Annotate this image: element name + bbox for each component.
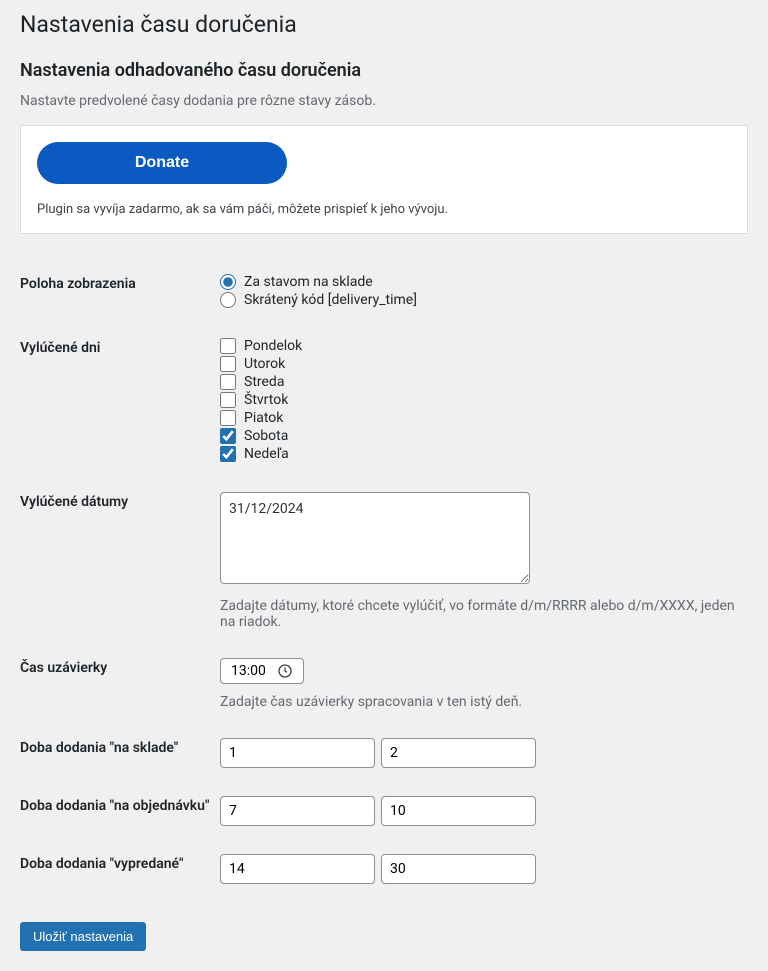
- display-position-row: Poloha zobrazenia Za stavom na sklade Sk…: [20, 274, 748, 310]
- radio-label: Skrátený kód [delivery_time]: [244, 292, 417, 308]
- excluded-dates-label: Vylúčené dátumy: [20, 492, 220, 510]
- excluded-dates-field: Zadajte dátumy, ktoré chcete vylúčiť, vo…: [220, 492, 748, 630]
- section-description: Nastavte predvolené časy dodania pre rôz…: [20, 93, 748, 109]
- checkbox-label: Streda: [244, 374, 284, 390]
- checkbox-label: Piatok: [244, 410, 283, 426]
- delivery-instock-label: Doba dodania "na sklade": [20, 738, 220, 756]
- excluded-days-field: Pondelok Utorok Streda Štvrtok Piatok So…: [220, 338, 748, 464]
- save-settings-button[interactable]: Uložiť nastavenia: [20, 922, 146, 951]
- checkbox-saturday[interactable]: Sobota: [220, 428, 748, 444]
- checkbox-friday[interactable]: Piatok: [220, 410, 748, 426]
- checkbox-thursday[interactable]: Štvrtok: [220, 392, 748, 408]
- cutoff-time-row: Čas uzávierky Zadajte čas uzávierky spra…: [20, 658, 748, 710]
- radio-label: Za stavom na sklade: [244, 274, 373, 290]
- excluded-dates-textarea[interactable]: [220, 492, 530, 584]
- delivery-outofstock-field: [220, 854, 748, 884]
- delivery-backorder-row: Doba dodania "na objednávku": [20, 796, 748, 826]
- delivery-backorder-max[interactable]: [381, 796, 536, 826]
- checkbox-monday[interactable]: Pondelok: [220, 338, 748, 354]
- cutoff-time-label: Čas uzávierky: [20, 658, 220, 676]
- checkbox-label: Utorok: [244, 356, 285, 372]
- excluded-dates-row: Vylúčené dátumy Zadajte dátumy, ktoré ch…: [20, 492, 748, 630]
- cutoff-time-field: Zadajte čas uzávierky spracovania v ten …: [220, 658, 748, 710]
- excluded-days-row: Vylúčené dni Pondelok Utorok Streda Štvr…: [20, 338, 748, 464]
- excluded-dates-help: Zadajte dátumy, ktoré chcete vylúčiť, vo…: [220, 598, 748, 630]
- delivery-outofstock-max[interactable]: [381, 854, 536, 884]
- delivery-instock-row: Doba dodania "na sklade": [20, 738, 748, 768]
- checkbox-label: Sobota: [244, 428, 288, 444]
- delivery-outofstock-row: Doba dodania "vypredané": [20, 854, 748, 884]
- delivery-instock-field: [220, 738, 748, 768]
- checkbox-label: Pondelok: [244, 338, 302, 354]
- checkbox-label: Nedeľa: [244, 446, 289, 462]
- display-position-label: Poloha zobrazenia: [20, 274, 220, 292]
- checkbox-input-wednesday[interactable]: [220, 374, 236, 390]
- delivery-outofstock-min[interactable]: [220, 854, 375, 884]
- checkbox-sunday[interactable]: Nedeľa: [220, 446, 748, 462]
- checkbox-tuesday[interactable]: Utorok: [220, 356, 748, 372]
- excluded-days-label: Vylúčené dni: [20, 338, 220, 356]
- delivery-instock-max[interactable]: [381, 738, 536, 768]
- radio-shortcode[interactable]: [220, 292, 236, 308]
- checkbox-input-monday[interactable]: [220, 338, 236, 354]
- donate-text: Plugin sa vyvíja zadarmo, ak sa vám páči…: [37, 202, 731, 217]
- delivery-backorder-field: [220, 796, 748, 826]
- settings-form: Poloha zobrazenia Za stavom na sklade Sk…: [20, 274, 748, 951]
- checkbox-label: Štvrtok: [244, 392, 288, 408]
- checkbox-input-tuesday[interactable]: [220, 356, 236, 372]
- delivery-backorder-label: Doba dodania "na objednávku": [20, 796, 220, 814]
- delivery-instock-min[interactable]: [220, 738, 375, 768]
- delivery-backorder-min[interactable]: [220, 796, 375, 826]
- checkbox-wednesday[interactable]: Streda: [220, 374, 748, 390]
- radio-after-stock[interactable]: [220, 274, 236, 290]
- donate-button[interactable]: Donate: [37, 142, 287, 184]
- delivery-outofstock-label: Doba dodania "vypredané": [20, 854, 220, 872]
- time-input-wrapper[interactable]: [220, 658, 304, 684]
- donate-box: Donate Plugin sa vyvíja zadarmo, ak sa v…: [20, 125, 748, 234]
- checkbox-input-friday[interactable]: [220, 410, 236, 426]
- checkbox-input-saturday[interactable]: [220, 428, 236, 444]
- page-title: Nastavenia času doručenia: [20, 10, 748, 40]
- display-position-field: Za stavom na sklade Skrátený kód [delive…: [220, 274, 748, 310]
- checkbox-input-thursday[interactable]: [220, 392, 236, 408]
- checkbox-input-sunday[interactable]: [220, 446, 236, 462]
- clock-icon: [277, 663, 293, 679]
- section-title: Nastavenia odhadovaného času doručenia: [20, 60, 748, 81]
- radio-option-shortcode[interactable]: Skrátený kód [delivery_time]: [220, 292, 748, 308]
- cutoff-time-input[interactable]: [231, 663, 273, 679]
- radio-option-after-stock[interactable]: Za stavom na sklade: [220, 274, 748, 290]
- cutoff-time-help: Zadajte čas uzávierky spracovania v ten …: [220, 694, 748, 710]
